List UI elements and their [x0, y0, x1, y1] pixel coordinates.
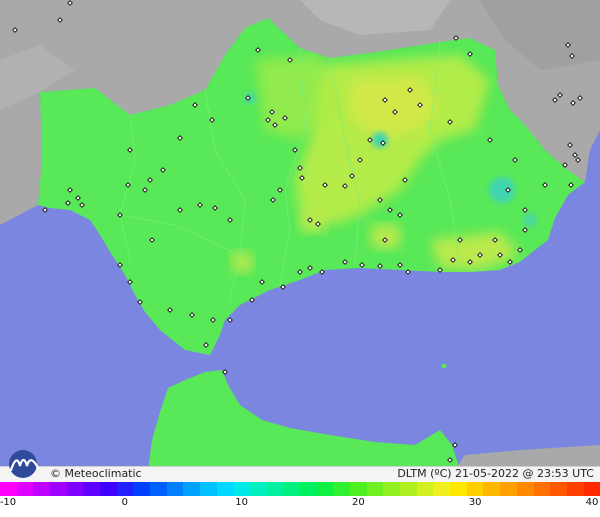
scale-swatch: [450, 482, 467, 496]
brand-label: © Meteoclimatic: [50, 467, 142, 480]
scale-swatch: [400, 482, 417, 496]
scale-swatch: [83, 482, 101, 496]
scale-swatch: [566, 482, 584, 496]
scale-swatch: [366, 482, 384, 496]
scale-swatch: [466, 482, 484, 496]
scale-swatch: [500, 482, 517, 496]
scale-swatch: [16, 482, 34, 496]
scale-swatch: [200, 482, 217, 496]
scale-swatch: [533, 482, 551, 496]
scale-swatch: [383, 482, 401, 496]
color-scale-bar: [0, 482, 600, 496]
map-stage: © Meteoclimatic DLTM (ºC) 21-05-2022 @ 2…: [0, 0, 600, 517]
scale-swatch: [550, 482, 567, 496]
scale-swatch: [50, 482, 67, 496]
scale-swatch: [416, 482, 434, 496]
scale-swatch: [266, 482, 284, 496]
scale-swatch: [150, 482, 167, 496]
scale-swatch: [316, 482, 334, 496]
scale-swatch: [300, 482, 317, 496]
scale-swatch: [33, 482, 51, 496]
cool-patch: [489, 177, 515, 203]
scale-swatch: [433, 482, 451, 496]
scale-swatch: [0, 482, 17, 496]
scale-swatch: [333, 482, 351, 496]
scale-swatch: [66, 482, 84, 496]
meteoclimatic-logo-icon: [9, 450, 40, 478]
scale-tick-label: 0: [121, 497, 128, 508]
scale-tick-label: 10: [235, 497, 248, 508]
cool-patch: [523, 213, 537, 227]
color-scale-ticks: -10 0 10 20 30 40: [0, 497, 600, 513]
warm-patch: [232, 252, 252, 272]
warm-patch: [370, 225, 400, 248]
scale-tick-label: 20: [352, 497, 365, 508]
scale-swatch: [116, 482, 134, 496]
scale-tick-label: -10: [0, 497, 17, 508]
scale-swatch: [516, 482, 534, 496]
temperature-map: [0, 0, 600, 470]
scale-swatch: [133, 482, 151, 496]
scale-swatch: [216, 482, 234, 496]
scale-tick-label: 30: [468, 497, 482, 508]
warm-patch: [300, 212, 325, 232]
scale-swatch: [233, 482, 251, 496]
cool-patch: [372, 132, 388, 148]
scale-swatch: [283, 482, 301, 496]
scale-swatch: [350, 482, 367, 496]
map-caption: DLTM (ºC) 21-05-2022 @ 23:53 UTC: [397, 467, 594, 480]
scale-swatch: [100, 482, 117, 496]
scale-swatch: [250, 482, 267, 496]
scale-swatch: [583, 482, 600, 496]
scale-swatch: [183, 482, 201, 496]
scale-swatch: [483, 482, 501, 496]
scale-swatch: [166, 482, 184, 496]
alboran-island: [441, 363, 447, 369]
scale-tick-label: 40: [585, 497, 599, 508]
